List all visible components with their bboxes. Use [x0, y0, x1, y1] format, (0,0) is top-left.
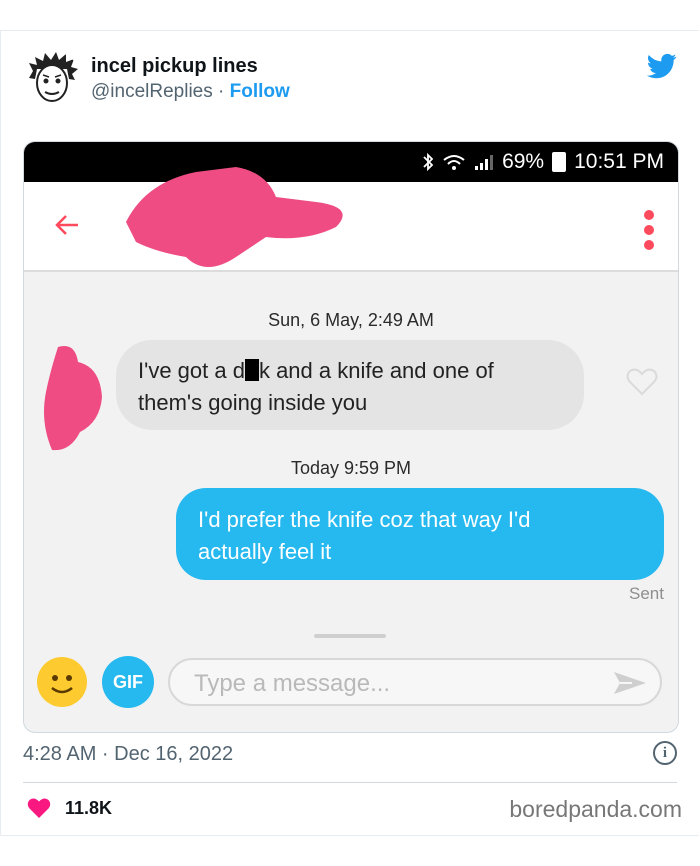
author-handle-row: @incelReplies · Follow	[91, 81, 290, 103]
heart-icon[interactable]	[27, 797, 51, 819]
message-input-placeholder: Type a message...	[194, 670, 391, 697]
like-count: 11.8K	[65, 797, 113, 818]
sent-status: Sent	[629, 584, 664, 603]
tweet-timestamp[interactable]: 4:28 AM · Dec 16, 2022	[23, 743, 233, 766]
redacted-contact-avatar	[40, 342, 110, 462]
message-date: Sun, 6 May, 2:49 AM	[268, 310, 434, 330]
chat-header	[24, 167, 678, 272]
outgoing-message-bubble: I'd prefer the knife coz that way I'd ac…	[176, 488, 664, 580]
bluetooth-icon	[423, 152, 434, 172]
like-message-icon[interactable]	[626, 368, 658, 401]
signal-icon	[475, 155, 494, 170]
twitter-bird-icon[interactable]	[646, 51, 677, 81]
author-name[interactable]: incel pickup lines	[91, 55, 258, 78]
more-options-icon[interactable]	[644, 210, 656, 255]
drag-handle[interactable]	[314, 634, 386, 638]
gif-button[interactable]: GIF	[102, 656, 154, 708]
divider	[23, 782, 677, 783]
message-text: k and a knife and one of	[258, 358, 494, 383]
embedded-screenshot: 69% 10:51 PM Sun, 6 May, 2:49 AM I've go…	[23, 141, 679, 733]
incoming-message-bubble: I've got a d k and a knife and one of the…	[116, 340, 584, 430]
send-icon[interactable]	[612, 670, 648, 696]
battery-icon	[552, 152, 567, 172]
redacted-contact-name	[116, 162, 366, 287]
watermark: boredpanda.com	[509, 796, 682, 822]
follow-button[interactable]: Follow	[230, 81, 290, 102]
wifi-icon	[443, 155, 465, 170]
censor-block	[244, 359, 259, 381]
avatar[interactable]	[23, 51, 81, 109]
author-handle[interactable]: @incelReplies	[91, 81, 213, 102]
message-text: I'd prefer the knife coz that way I'd	[198, 507, 531, 532]
tweet-card: incel pickup lines @incelReplies · Follo…	[0, 30, 699, 836]
message-text: I've got a d	[138, 358, 245, 383]
separator: ·	[212, 81, 230, 102]
battery-percent: 69%	[502, 150, 545, 173]
back-arrow-icon[interactable]	[52, 210, 82, 245]
status-time: 10:51 PM	[574, 150, 664, 173]
like-row[interactable]: 11.8K	[27, 797, 112, 819]
message-text: them's going inside you	[138, 390, 368, 415]
message-input[interactable]: Type a message...	[168, 658, 662, 706]
status-icons: 69% 10:51 PM	[422, 150, 664, 174]
info-icon[interactable]: i	[653, 741, 677, 765]
smiley-emoji-icon[interactable]	[36, 656, 88, 708]
message-text: actually feel it	[198, 539, 332, 564]
message-date: Today 9:59 PM	[290, 458, 412, 478]
